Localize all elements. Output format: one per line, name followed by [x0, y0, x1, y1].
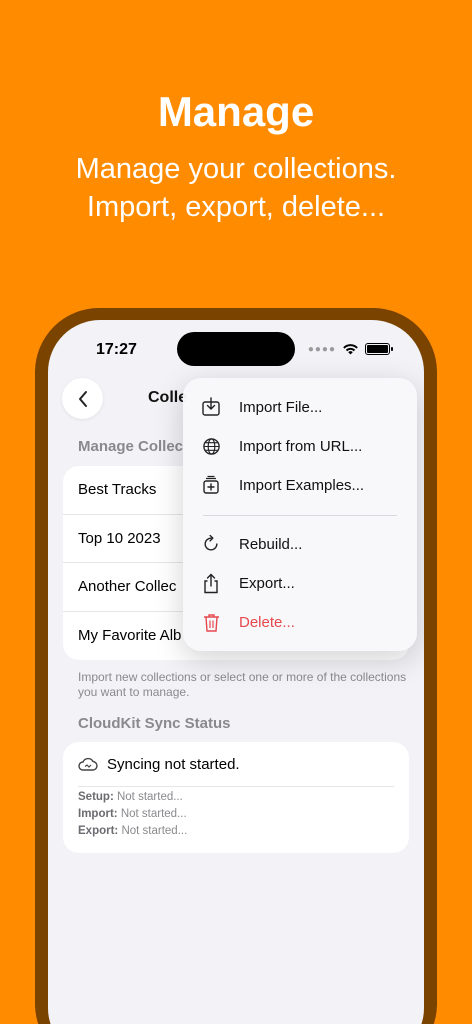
menu-item-import-url[interactable]: Import from URL...	[183, 427, 417, 465]
sync-header: CloudKit Sync Status	[78, 715, 231, 732]
phone-screen: 17:27 ●●●● Colle Manage Collec Best Trac…	[48, 320, 424, 1024]
sync-status-text: Syncing not started.	[107, 756, 240, 773]
collections-header: Manage Collec	[78, 438, 184, 455]
dynamic-island	[177, 332, 295, 366]
cellular-dots-icon: ●●●●	[307, 343, 336, 355]
menu-item-rebuild[interactable]: Rebuild...	[183, 525, 417, 563]
sync-divider	[78, 786, 394, 787]
hero-title: Manage	[157, 88, 315, 135]
nav-title: Colle	[148, 389, 188, 406]
trash-icon	[203, 613, 219, 632]
import-examples-icon	[203, 475, 219, 494]
sync-row-export: Export: Not started...	[78, 825, 188, 837]
share-icon	[204, 573, 218, 593]
chevron-left-icon	[78, 390, 87, 407]
hero-subtitle: Manage your collections. Import, export,…	[75, 153, 397, 223]
menu-item-delete[interactable]: Delete...	[183, 603, 417, 641]
battery-icon	[365, 343, 393, 355]
back-button[interactable]	[62, 378, 103, 419]
globe-icon	[202, 437, 220, 455]
menu-item-import-file[interactable]: Import File...	[183, 388, 417, 426]
wifi-icon	[343, 344, 358, 355]
sync-status-card: Syncing not started. Setup: Not started.…	[63, 742, 409, 853]
import-file-icon	[202, 397, 220, 416]
menu-item-import-examples[interactable]: Import Examples...	[183, 466, 417, 504]
menu-separator	[203, 515, 397, 516]
status-icons: ●●●●	[307, 343, 393, 355]
menu-item-export[interactable]: Export...	[183, 564, 417, 602]
sync-row-setup: Setup: Not started...	[78, 791, 183, 803]
sync-row-import: Import: Not started...	[78, 808, 187, 820]
actions-menu: Import File... Import from URL... Import…	[183, 378, 417, 651]
collections-footer-note: Import new collections or select one or …	[78, 670, 407, 699]
cloud-sync-icon	[78, 757, 98, 771]
status-time: 17:27	[96, 341, 137, 358]
rebuild-icon	[204, 535, 218, 551]
